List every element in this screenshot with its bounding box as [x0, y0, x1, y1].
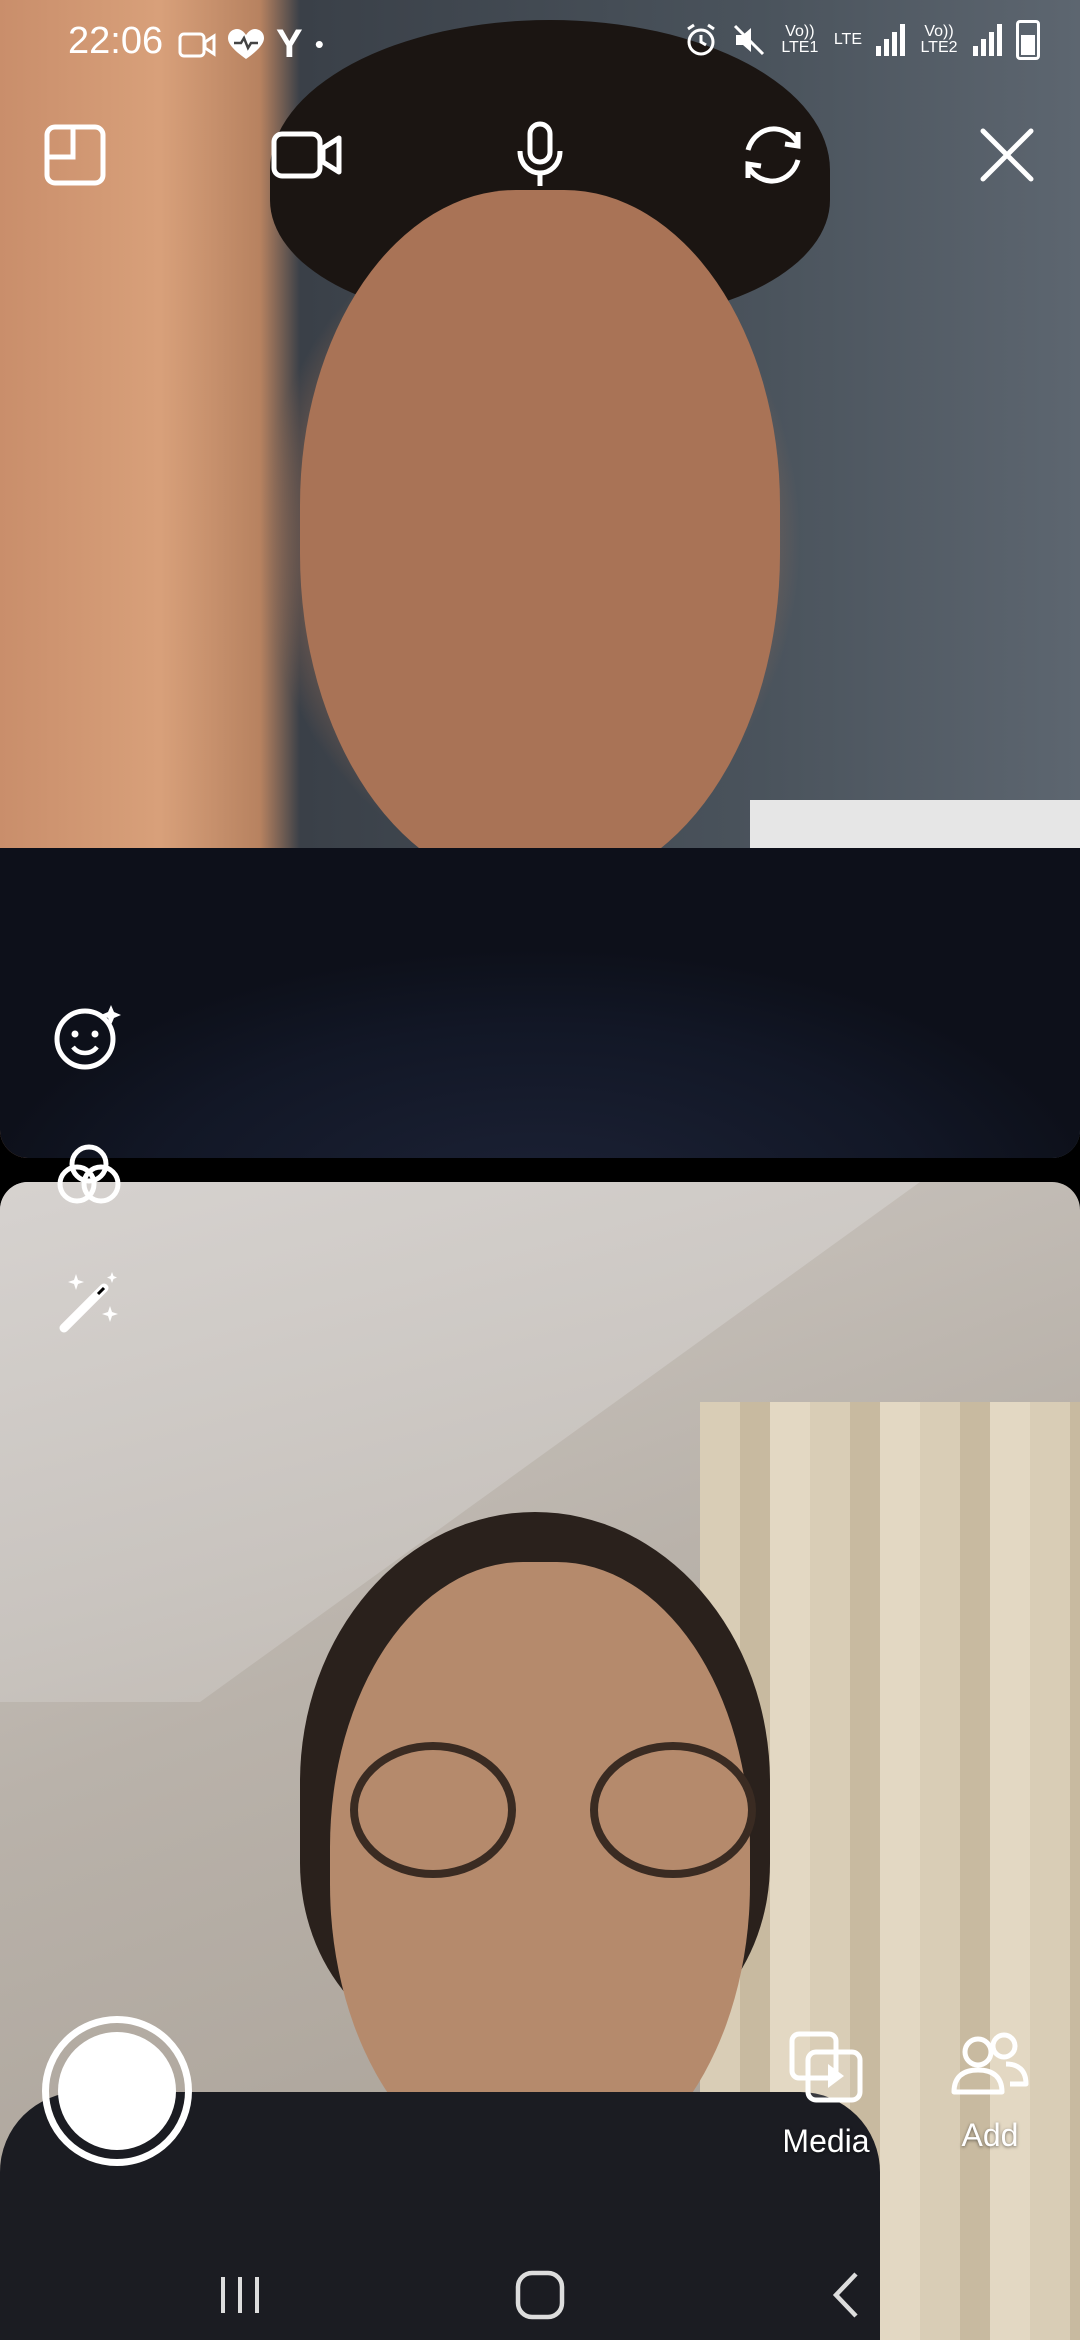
add-people-icon: [951, 2032, 1029, 2095]
magic-wand-icon: [59, 1272, 118, 1333]
home-button[interactable]: [480, 2250, 600, 2340]
glasses-right-lens: [590, 1742, 756, 1878]
media-button[interactable]: Media: [756, 2030, 896, 2160]
layout-icon: [44, 124, 106, 186]
home-icon: [515, 2270, 565, 2320]
participant-face: [300, 190, 780, 890]
video-call-icon: [178, 32, 216, 57]
magic-wand-button[interactable]: [44, 1256, 134, 1346]
dot-icon: •: [314, 29, 324, 59]
close-call-button[interactable]: [962, 110, 1052, 200]
video-toggle-button[interactable]: [262, 110, 352, 200]
y-app-icon: Y: [276, 22, 303, 66]
back-button[interactable]: [786, 2250, 906, 2340]
back-icon: [832, 2272, 858, 2318]
lte-label: LTE: [833, 31, 862, 48]
face-effects-button[interactable]: [44, 992, 134, 1082]
system-navigation-bar: [0, 2250, 1080, 2340]
mic-icon: [517, 121, 563, 186]
glasses-left-lens: [350, 1742, 516, 1878]
signal-icon: [876, 24, 905, 56]
close-icon: [980, 128, 1034, 182]
signal-icon-2: [973, 24, 1002, 56]
mic-button[interactable]: [495, 110, 585, 200]
filters-button[interactable]: [44, 1130, 134, 1220]
heart-health-icon: [228, 28, 264, 59]
video-toggle-icon: [271, 131, 342, 179]
battery-icon: [1016, 20, 1040, 60]
sim2-label: Vo)) LTE2: [920, 23, 958, 56]
call-top-controls: [0, 110, 1080, 210]
media-icon: [789, 2031, 863, 2103]
status-right-icons: Vo)) LTE1 LTE Vo)) LTE2: [684, 20, 1040, 60]
switch-camera-button[interactable]: [728, 110, 818, 200]
switch-camera-icon: [745, 126, 801, 184]
sim1-label: Vo)) LTE1: [781, 23, 819, 56]
participant-jacket: [0, 848, 1080, 1158]
capture-button[interactable]: [42, 2016, 192, 2166]
add-people-button[interactable]: Add: [920, 2030, 1060, 2154]
recents-icon: [221, 2277, 259, 2313]
filters-icon: [57, 1144, 121, 1204]
status-time: 22:06: [68, 20, 164, 62]
media-label: Media: [782, 2123, 870, 2159]
face-effects-icon: [54, 1005, 121, 1070]
layout-button[interactable]: [30, 110, 120, 200]
status-left-icons: Y •: [178, 22, 324, 67]
mute-icon: [733, 24, 764, 56]
self-video-tile[interactable]: [0, 1182, 1080, 2340]
recents-button[interactable]: [180, 2250, 300, 2340]
alarm-icon: [687, 23, 715, 56]
status-bar: 22:06 Y • Vo)) LTE1 LTE Vo)) LTE2: [0, 0, 1080, 84]
add-label: Add: [961, 2117, 1019, 2153]
